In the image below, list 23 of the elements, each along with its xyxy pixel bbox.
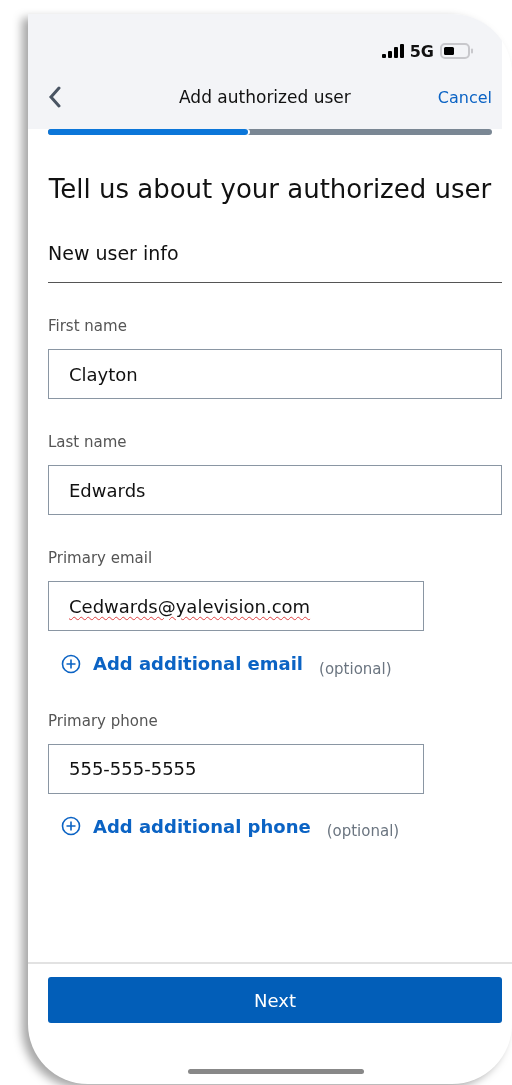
input-field[interactable]: 555-555-5555 [48, 743, 424, 794]
field-label: Primary phone [48, 711, 159, 732]
cancel-button[interactable]: Cancel [437, 87, 492, 107]
optional-note: (optional) [326, 822, 400, 840]
network-label: 5G [409, 41, 434, 61]
field-label: First name [48, 317, 128, 337]
signal-icon [381, 44, 404, 58]
add-link[interactable]: Add additional phone [61, 815, 311, 837]
next-button[interactable]: Next [48, 977, 502, 1023]
plus-circle-icon [61, 653, 81, 674]
page-heading: Tell us about your authorized user [48, 173, 492, 206]
section-title: New user info [48, 242, 180, 266]
battery-icon [440, 43, 474, 59]
plus-circle-icon [61, 816, 81, 836]
optional-note: (optional) [319, 659, 392, 678]
back-button[interactable] [48, 86, 62, 108]
field-label: Primary email [48, 549, 154, 569]
input-field[interactable]: Edwards [48, 465, 502, 515]
field-label: Last name [48, 433, 128, 453]
input-field[interactable]: Clayton [48, 349, 502, 399]
input-field[interactable]: Cedwards@yalevision.com [48, 581, 424, 631]
add-link[interactable]: Add additional email [61, 653, 304, 674]
screen-title: Add authorized user [179, 87, 351, 107]
